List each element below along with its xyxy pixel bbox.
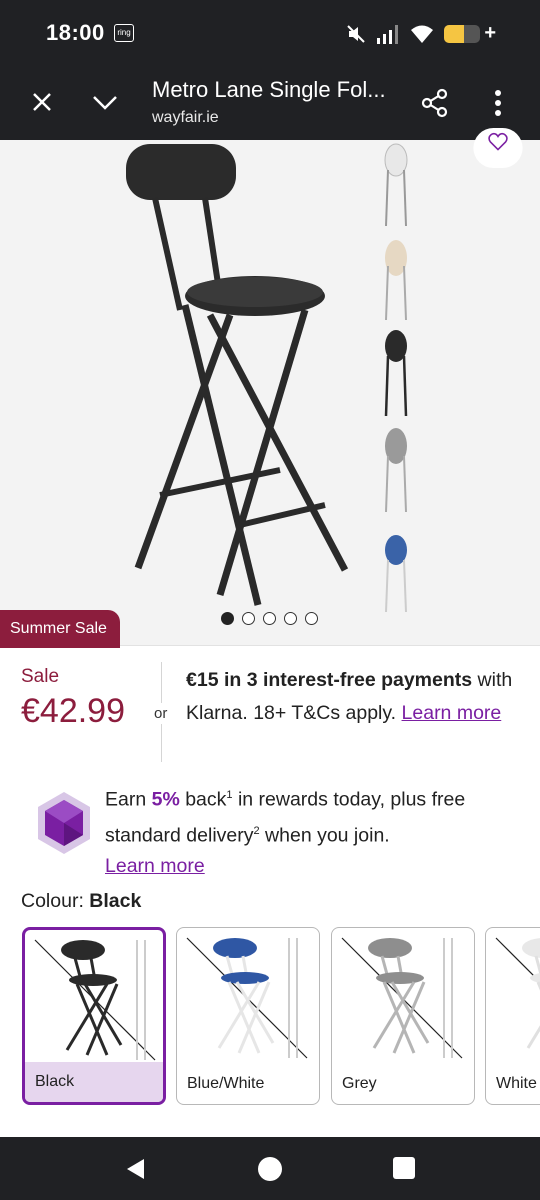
price-section: Sale €42.99 <box>21 666 125 731</box>
swatch-image <box>341 937 463 1059</box>
rewards-percent: 5% <box>151 788 180 811</box>
rewards-learn-more-link[interactable]: Learn more <box>105 855 205 877</box>
colour-swatch[interactable]: White <box>485 927 540 1105</box>
heart-icon[interactable] <box>466 128 530 168</box>
page-url: wayfair.ie <box>152 109 219 126</box>
ring-app-icon: ring <box>114 24 134 42</box>
thumbnail-grey[interactable] <box>374 424 420 516</box>
rewards-earn: Earn <box>105 788 152 811</box>
summer-sale-badge: Summer Sale <box>0 610 120 648</box>
pagination-dot[interactable] <box>305 612 318 625</box>
swatch-image <box>495 937 540 1049</box>
colour-swatch[interactable]: Grey <box>331 927 475 1105</box>
colour-label: Colour: Black <box>21 890 141 913</box>
klarna-financing-text: €15 in 3 interest-free payments with Kla… <box>186 664 526 730</box>
back-icon[interactable] <box>124 1157 148 1181</box>
product-image-black-stool[interactable] <box>110 140 370 620</box>
mute-icon <box>347 24 366 43</box>
swatch-label: Grey <box>342 1075 377 1092</box>
page-title: Metro Lane Single Fol... <box>152 77 386 102</box>
android-nav-bar <box>0 1137 540 1200</box>
thumbnail-blue[interactable] <box>374 520 420 612</box>
gallery-pagination <box>221 612 318 625</box>
price-value: €42.99 <box>21 692 125 730</box>
swatch-label: White <box>496 1075 537 1092</box>
swatch-image <box>34 939 156 1061</box>
sale-label: Sale <box>21 666 60 687</box>
or-label: or <box>154 703 168 724</box>
thumbnail-strip <box>374 140 420 620</box>
pagination-dot[interactable] <box>221 612 234 625</box>
signal-icon <box>377 24 399 44</box>
home-icon[interactable] <box>258 1157 282 1181</box>
colour-swatches: Black Blue/White Grey White <box>0 927 540 1107</box>
swatch-label: Blue/White <box>187 1075 265 1092</box>
product-gallery[interactable]: Summer Sale <box>0 128 540 648</box>
rewards-text: Earn 5% back1 in rewards today, plus fre… <box>105 780 525 882</box>
pagination-dot[interactable] <box>284 612 297 625</box>
status-icons: + <box>346 22 496 45</box>
status-time: 18:00 <box>46 20 105 45</box>
klarna-headline: €15 in 3 interest-free payments <box>186 669 473 691</box>
colour-swatch[interactable]: Black <box>22 927 166 1105</box>
thumbnail-black[interactable] <box>374 326 420 418</box>
chevron-down-icon[interactable] <box>90 88 120 116</box>
swatch-image <box>186 937 308 1059</box>
status-bar: 18:00 ring + <box>0 0 540 66</box>
battery-icon <box>444 24 481 43</box>
wifi-icon <box>411 25 434 43</box>
rewards-back: back <box>179 788 227 811</box>
thumbnail-white[interactable] <box>374 140 420 232</box>
klarna-learn-more-link[interactable]: Learn more <box>402 702 502 724</box>
recent-apps-icon[interactable] <box>393 1157 415 1179</box>
thumbnail-cream[interactable] <box>374 232 420 324</box>
swatch-label: Black <box>25 1062 163 1102</box>
close-icon[interactable] <box>28 88 56 116</box>
rewards-gem-icon <box>38 792 90 854</box>
colour-swatch[interactable]: Blue/White <box>176 927 320 1105</box>
colour-label-text: Colour: <box>21 890 90 912</box>
browser-header: Metro Lane Single Fol... wayfair.ie <box>0 66 540 140</box>
more-options-icon[interactable] <box>488 88 508 118</box>
share-icon[interactable] <box>420 88 450 118</box>
pagination-dot[interactable] <box>242 612 255 625</box>
rewards-end: when you join. <box>259 824 390 846</box>
colour-selected-value: Black <box>89 890 142 912</box>
charging-plus-icon: + <box>484 22 496 44</box>
pagination-dot[interactable] <box>263 612 276 625</box>
